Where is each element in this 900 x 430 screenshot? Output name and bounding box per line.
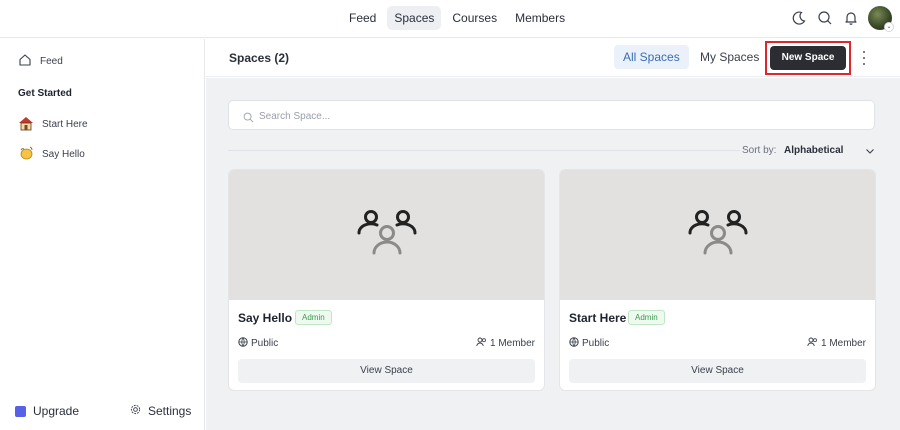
spaces-content: Sort by: Alphabetical Say Hello Admin: [206, 78, 900, 430]
space-card[interactable]: Say Hello Admin Public 1 Member View Spa…: [228, 169, 545, 391]
space-name: Start Here: [569, 311, 627, 325]
nav-spaces[interactable]: Spaces: [387, 6, 442, 30]
space-cover: [229, 170, 544, 300]
home-icon: [18, 53, 32, 70]
sidebar-item-label: Feed: [40, 56, 63, 67]
sort-label: Sort by:: [742, 145, 777, 156]
new-space-button[interactable]: New Space: [770, 46, 846, 70]
top-navbar: Feed Spaces Courses Members ⌄: [0, 0, 900, 38]
sidebar-section-heading: Get Started: [18, 88, 72, 99]
chevron-down-icon: ⌄: [884, 22, 894, 32]
member-count: 1 Member: [476, 337, 535, 350]
divider: [228, 150, 740, 151]
bell-icon[interactable]: [842, 9, 860, 27]
members-icon: [476, 337, 487, 350]
member-count-label: 1 Member: [489, 338, 535, 349]
privacy-label: Public: [251, 338, 279, 349]
sort-select[interactable]: Alphabetical: [784, 145, 843, 156]
search-input[interactable]: [259, 108, 859, 124]
space-card[interactable]: Start Here Admin Public 1 Member View Sp…: [559, 169, 876, 391]
admin-badge: Admin: [295, 310, 332, 325]
settings-button[interactable]: Settings: [130, 404, 191, 418]
group-icon: [356, 208, 418, 263]
sidebar: Feed Get Started Start Here Say Hello Up…: [0, 39, 205, 430]
upgrade-icon: [15, 405, 26, 417]
search-box: [228, 100, 875, 130]
globe-icon: [569, 337, 579, 350]
house-icon: [18, 115, 34, 134]
admin-badge: Admin: [628, 310, 665, 325]
upgrade-button[interactable]: Upgrade: [15, 404, 79, 418]
sidebar-item-label: Start Here: [42, 119, 88, 130]
sidebar-footer: Upgrade Settings: [0, 392, 204, 430]
page-title: Spaces (2): [229, 51, 290, 65]
tab-my-spaces[interactable]: My Spaces: [691, 45, 768, 69]
globe-icon: [238, 337, 248, 350]
privacy-label: Public: [582, 338, 610, 349]
search-icon: [243, 110, 254, 128]
member-count: 1 Member: [807, 337, 866, 350]
nav-feed[interactable]: Feed: [342, 6, 383, 30]
gear-icon: [130, 404, 141, 418]
sidebar-item-start-here[interactable]: Start Here: [18, 115, 88, 134]
tab-all-spaces[interactable]: All Spaces: [614, 45, 689, 69]
top-actions: ⌄: [790, 6, 894, 32]
sidebar-item-say-hello[interactable]: Say Hello: [18, 145, 85, 164]
avatar[interactable]: ⌄: [868, 6, 894, 32]
nav-courses[interactable]: Courses: [445, 6, 504, 30]
group-icon: [687, 208, 749, 263]
search-icon[interactable]: [816, 9, 834, 27]
settings-label: Settings: [148, 404, 192, 418]
space-name: Say Hello: [238, 311, 293, 325]
chevron-down-icon[interactable]: [864, 144, 876, 162]
page-header: Spaces (2) All Spaces My Spaces New Spac…: [206, 39, 900, 77]
view-space-button[interactable]: View Space: [238, 359, 535, 383]
waving-hand-icon: [18, 145, 34, 164]
nav-members[interactable]: Members: [508, 6, 572, 30]
moon-icon[interactable]: [790, 9, 808, 27]
upgrade-label: Upgrade: [33, 404, 80, 418]
more-options-icon[interactable]: [860, 51, 868, 65]
members-icon: [807, 337, 818, 350]
member-count-label: 1 Member: [820, 338, 866, 349]
sidebar-item-label: Say Hello: [42, 149, 85, 160]
sidebar-item-feed[interactable]: Feed: [18, 53, 63, 70]
privacy-status: Public: [238, 337, 278, 350]
main-nav: Feed Spaces Courses Members: [342, 6, 572, 30]
view-space-button[interactable]: View Space: [569, 359, 866, 383]
space-cover: [560, 170, 875, 300]
privacy-status: Public: [569, 337, 609, 350]
